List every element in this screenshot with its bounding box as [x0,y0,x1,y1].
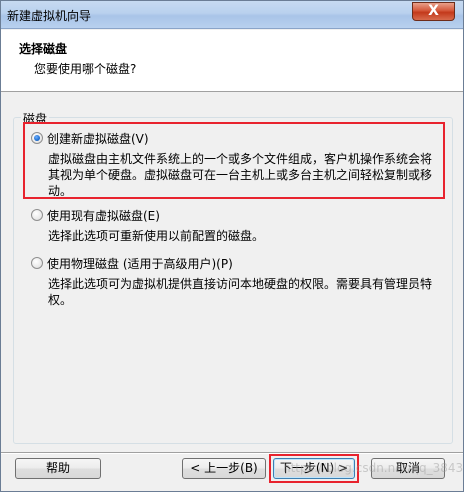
footer-separator [1,452,463,454]
use-physical-disk-description: 选择此选项可为虚拟机提供直接访问本地硬盘的权限。需要具有管理员特 权。 [48,276,448,308]
page-title: 选择磁盘 [19,42,68,56]
use-existing-disk-description: 选择此选项可重新使用以前配置的磁盘。 [48,228,448,244]
description-line: 选择此选项可为虚拟机提供直接访问本地硬盘的权限。需要具有管理员特 [48,277,433,291]
window-title: 新建虚拟机向导 [7,9,92,23]
description-line: 权。 [48,293,73,307]
help-button[interactable]: 帮助 [15,458,101,479]
description-line: 虚拟磁盘由主机文件系统上的一个或多个文件组成，客户机操作系统会将 [48,152,433,166]
next-button[interactable]: 下一步(N) > [273,458,355,479]
radio-use-physical-disk-label: 使用物理磁盘 (适用于高级用户)(P) [47,256,233,271]
create-new-disk-description: 虚拟磁盘由主机文件系统上的一个或多个文件组成，客户机操作系统会将 其视为单个硬盘… [48,151,448,199]
radio-use-existing-disk[interactable]: 使用现有虚拟磁盘(E) [31,207,160,223]
radio-create-new-disk[interactable]: 创建新虚拟磁盘(V) [31,130,149,146]
title-bar[interactable]: 新建虚拟机向导 X [1,1,463,29]
close-icon: X [428,3,439,19]
radio-use-existing-disk-label: 使用现有虚拟磁盘(E) [47,208,160,223]
wizard-header: 选择磁盘 您要使用哪个磁盘? [1,30,463,92]
back-button[interactable]: < 上一步(B) [182,458,266,479]
radio-create-new-disk-label: 创建新虚拟磁盘(V) [47,131,149,146]
radio-use-physical-disk[interactable]: 使用物理磁盘 (适用于高级用户)(P) [31,255,233,271]
description-line: 其视为单个硬盘。虚拟磁盘可在一台主机上或多台主机之间轻松复制或移 [48,168,433,182]
page-subtitle: 您要使用哪个磁盘? [34,62,137,76]
wizard-window: 新建虚拟机向导 X 选择磁盘 您要使用哪个磁盘? 磁盘 创建新虚拟磁盘(V) 虚… [0,0,464,492]
radio-unchecked-icon[interactable] [31,257,43,269]
cancel-button[interactable]: 取消 [371,458,445,479]
description-line: 动。 [48,184,73,198]
close-button[interactable]: X [412,2,455,21]
radio-unchecked-icon[interactable] [31,209,43,221]
radio-checked-icon[interactable] [31,132,43,144]
description-line: 选择此选项可重新使用以前配置的磁盘。 [48,229,265,243]
